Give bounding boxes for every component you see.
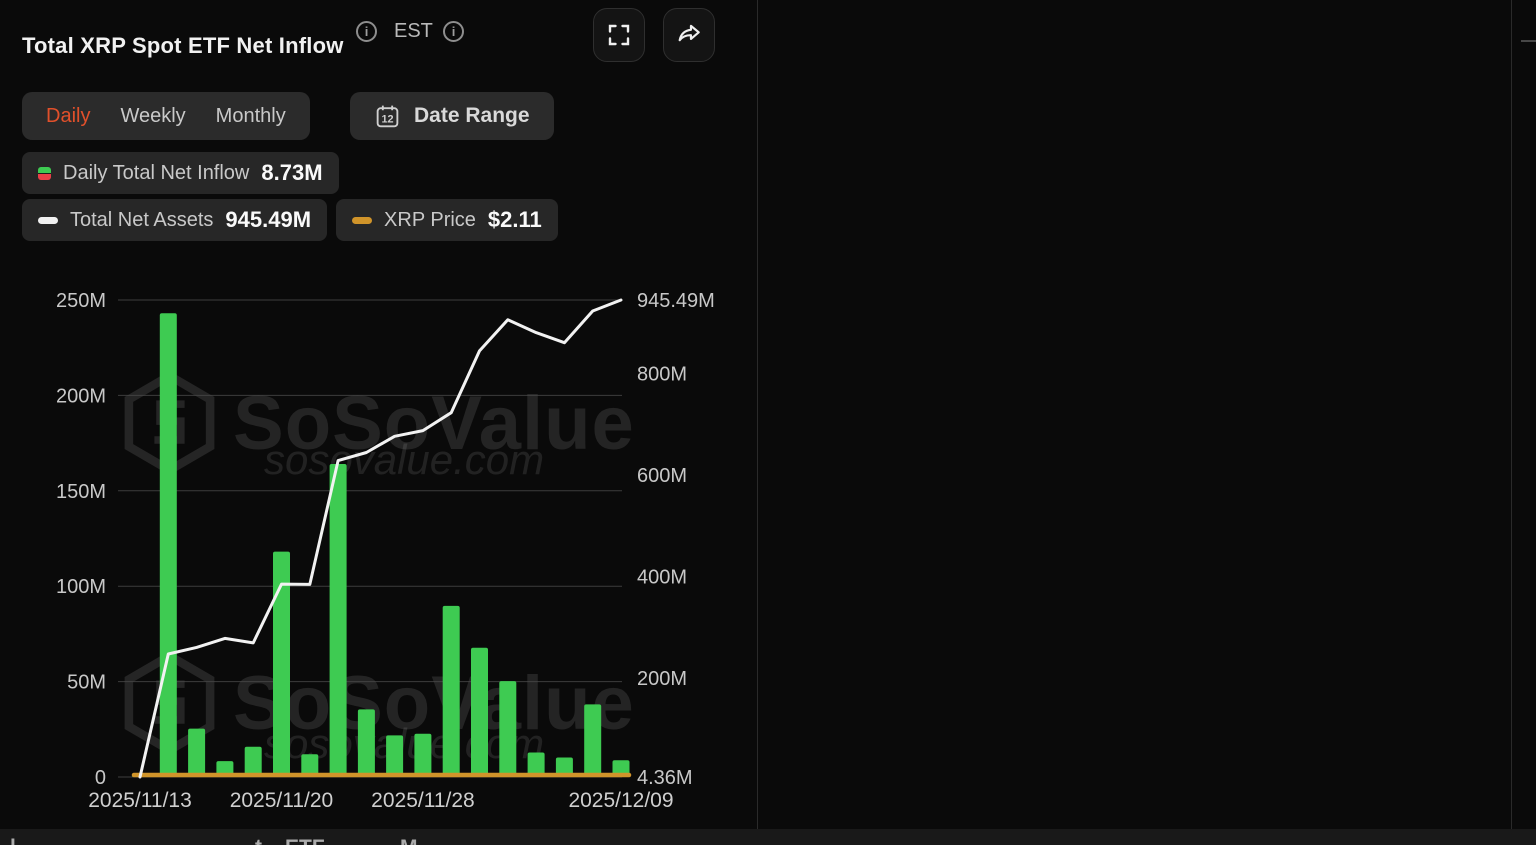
sosovalue-domain-watermark: sosovalue.com	[264, 720, 545, 767]
inflow-bar[interactable]	[442, 605, 460, 777]
timezone-label: EST	[394, 20, 433, 42]
left-axis-tick-label: 250M	[56, 290, 106, 312]
net-inflow-panel: Total XRP Spot ETF Net Inflow i EST i Da…	[0, 0, 757, 829]
inflow-bar[interactable]	[612, 760, 630, 777]
date-range-button[interactable]: 12 Date Range	[350, 92, 554, 140]
inflow-bar[interactable]	[414, 733, 432, 777]
sosovalue-domain-watermark: sosovalue.com	[264, 436, 545, 483]
date-range-label: Date Range	[414, 104, 530, 127]
left-axis-tick-label: 50M	[67, 672, 106, 694]
bottom-strip: l t ETF M	[0, 829, 1536, 845]
legend-label: Total Net Assets	[70, 208, 214, 231]
right-axis-tick-label: 400M	[637, 566, 687, 588]
inflow-bar[interactable]	[301, 754, 319, 777]
price-series-icon	[352, 216, 373, 224]
svg-text:12: 12	[381, 113, 393, 125]
legend-value: 8.73M	[261, 160, 323, 185]
inflow-bar[interactable]	[584, 704, 602, 777]
fullscreen-icon	[608, 24, 630, 46]
clipped-text-fragment: l	[10, 836, 16, 845]
right-axis-tick-label: 945.49M	[637, 290, 715, 312]
inflow-bar[interactable]	[357, 709, 375, 777]
legend-label: Daily Total Net Inflow	[63, 161, 250, 184]
clipped-text-fragment: t	[255, 836, 262, 845]
history-data-panel: Total XRP Spot ETF History Data i Daily …	[758, 0, 1511, 829]
share-icon	[678, 24, 700, 42]
legend-value: 945.49M	[225, 207, 312, 232]
calendar-icon: 12	[376, 105, 399, 127]
page-edge-divider	[1511, 0, 1512, 845]
info-icon[interactable]: i	[356, 21, 377, 42]
legend-label: XRP Price	[384, 208, 476, 231]
tab-daily[interactable]: Daily	[46, 105, 90, 128]
legend-row: Total Net Assets 945.49M XRP Price $2.11	[22, 199, 558, 241]
sosovalue-logo-icon	[124, 652, 215, 754]
legend-xrp-price: XRP Price $2.11	[336, 199, 558, 241]
left-axis-tick-label: 0	[95, 767, 106, 789]
legend-value: $2.11	[487, 207, 542, 232]
edge-divider-fragment	[1521, 40, 1536, 42]
inflow-bar[interactable]	[159, 313, 177, 777]
inflow-bar[interactable]	[216, 761, 234, 777]
x-axis-tick-label: 2025/11/20	[230, 789, 334, 812]
inflow-bar[interactable]	[188, 728, 206, 777]
left-axis-tick-label: 150M	[56, 481, 106, 503]
right-axis-tick-label: 4.36M	[637, 767, 693, 789]
net-assets-line	[138, 298, 623, 779]
inflow-bar[interactable]	[273, 551, 290, 777]
right-axis-tick-label: 200M	[637, 668, 687, 690]
clipped-text-fragment: ETF	[285, 836, 325, 845]
right-axis-tick-label: 600M	[637, 465, 687, 487]
sosovalue-logo-icon	[124, 372, 215, 474]
page-title: Total XRP Spot ETF Net Inflow	[22, 32, 344, 58]
inflow-bar[interactable]	[244, 746, 262, 777]
legend-total-net-assets: Total Net Assets 945.49M	[22, 199, 328, 241]
legend-daily-net-inflow: Daily Total Net Inflow 8.73M	[22, 152, 339, 194]
sosovalue-watermark: SoSoValue	[122, 652, 635, 754]
left-axis-tick-label: 100M	[56, 576, 106, 598]
inflow-bar[interactable]	[527, 752, 545, 778]
inflow-bar[interactable]	[329, 464, 347, 777]
fullscreen-button[interactable]	[593, 8, 645, 62]
inflow-bar[interactable]	[555, 757, 573, 778]
tab-weekly[interactable]: Weekly	[120, 105, 185, 128]
inflow-bar[interactable]	[471, 647, 488, 777]
x-axis-tick-label: 2025/11/28	[371, 789, 475, 812]
chart-period-tabs: Daily Weekly Monthly	[22, 92, 310, 140]
line-series-icon	[38, 216, 58, 224]
tab-monthly[interactable]: Monthly	[216, 105, 286, 128]
etf-dashboard: Total XRP Spot ETF Net Inflow i EST i Da…	[0, 0, 1536, 845]
sosovalue-watermark: SoSoValue	[122, 372, 635, 474]
left-axis-tick-label: 200M	[56, 385, 106, 407]
info-icon[interactable]: i	[443, 21, 464, 42]
inflow-bar[interactable]	[499, 681, 517, 777]
right-axis-tick-label: 800M	[637, 364, 687, 386]
x-axis-tick-label: 2025/12/09	[568, 789, 673, 812]
inflow-bar[interactable]	[386, 735, 404, 777]
x-axis-tick-label: 2025/11/13	[88, 789, 192, 812]
clipped-text-fragment: M	[400, 836, 418, 845]
bar-series-icon	[38, 166, 51, 180]
share-button[interactable]	[663, 8, 715, 62]
